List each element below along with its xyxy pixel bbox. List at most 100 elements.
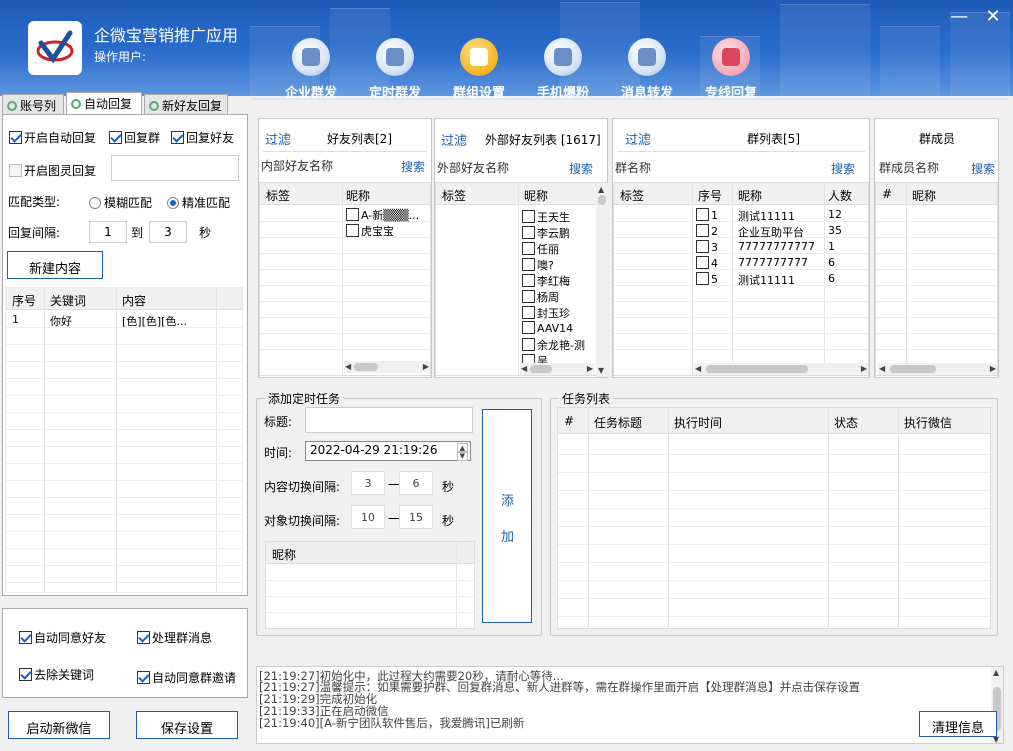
minimize-icon[interactable]: —: [948, 6, 970, 27]
col-status: 状态: [834, 416, 859, 430]
external-friend-panel: 过滤 外部好友列表 [1617] 外部好友名称 搜索 标签 昵称 ▲ ▼ 王天生 …: [434, 118, 608, 378]
checkbox-icon: [9, 164, 22, 177]
task-title-input[interactable]: [305, 407, 473, 433]
list-item[interactable]: 封玉珍: [522, 305, 570, 321]
list-item[interactable]: 虎宝宝: [346, 223, 394, 239]
external-filter-link[interactable]: 过滤: [441, 130, 467, 149]
toolbar-mass-send-button[interactable]: 企业群发: [273, 38, 349, 101]
group-list-title: 群列表[5]: [747, 132, 800, 146]
unit-label: 秒: [442, 514, 455, 528]
auto-accept-friend-checkbox[interactable]: 自动同意好友: [19, 629, 106, 646]
tab-account-list[interactable]: 账号列: [2, 94, 64, 114]
log-line: [21:19:40][A-新宁团队软件售后，我爱腾讯]已刷新: [259, 716, 525, 730]
list-item[interactable]: A-新▒▒▒...: [346, 207, 419, 223]
external-search-button[interactable]: 搜索: [569, 160, 593, 177]
group-table: 标签 序号 昵称 人数 1 测试11111 12 2 企业互助平台 35 3 7…: [613, 182, 869, 376]
group-count: 12: [828, 208, 842, 221]
tab-auto-reply[interactable]: 自动回复: [66, 92, 142, 114]
table-row[interactable]: 4: [696, 256, 718, 270]
member-search-button[interactable]: 搜索: [971, 160, 995, 177]
checkbox-icon: [137, 631, 150, 644]
col-nickname: 昵称: [912, 189, 937, 203]
group-name[interactable]: 77777777777: [738, 240, 815, 253]
toolbar-phone-fans-button[interactable]: 手机爆粉: [525, 38, 601, 101]
enable-image-reply-checkbox[interactable]: 开启图灵回复: [9, 162, 96, 179]
interval-to-input[interactable]: 3: [149, 221, 187, 243]
task-list-title: 任务列表: [559, 390, 614, 407]
list-item[interactable]: 任丽: [522, 241, 559, 257]
toolbar-forward-button[interactable]: 消息转发: [609, 38, 685, 101]
group-name[interactable]: 企业互助平台: [738, 224, 804, 240]
list-item[interactable]: 王天生: [522, 209, 570, 225]
external-vscrollbar[interactable]: ▲ ▼: [596, 183, 608, 377]
table-row-content[interactable]: [色][色][色...: [122, 313, 187, 329]
group-hscrollbar[interactable]: ◀ ▶: [694, 363, 868, 375]
start-wechat-button[interactable]: 启动新微信: [8, 711, 110, 739]
spinner-down-icon[interactable]: ▼: [456, 451, 468, 461]
list-item[interactable]: 李红梅: [522, 273, 570, 289]
list-item[interactable]: 余龙艳-测: [522, 337, 585, 353]
object-interval-from-input[interactable]: 10: [351, 505, 385, 529]
interval-from-input[interactable]: 1: [89, 221, 127, 243]
group-name[interactable]: 测试11111: [738, 272, 795, 288]
friend-table: 标签 昵称 A-新▒▒▒... 虎宝宝 ◀ ▶: [259, 182, 431, 376]
external-table: 标签 昵称 ▲ ▼ 王天生 李云鹏 任丽 噢? 李红梅 杨周 封玉珍 AAV14 …: [435, 182, 608, 377]
col-content: 内容: [122, 294, 147, 308]
group-count: 35: [828, 224, 842, 237]
share-network-icon: [292, 38, 330, 76]
group-search-button[interactable]: 搜索: [831, 160, 855, 177]
new-content-button[interactable]: 新建内容: [7, 251, 103, 279]
reply-group-checkbox[interactable]: 回复群: [109, 129, 160, 146]
close-icon[interactable]: ✕: [982, 6, 1004, 27]
col-index: 序号: [12, 294, 37, 308]
list-item[interactable]: AAV14: [522, 321, 573, 335]
log-panel: [21:19:27]初始化中，此过程大约需要20秒，请耐心等待... [21:1…: [256, 666, 1004, 744]
image-reply-key-input[interactable]: [111, 155, 239, 181]
external-hscrollbar[interactable]: ◀ ▶: [520, 363, 594, 375]
task-time-picker[interactable]: 2022-04-29 21:19:26 ▲ ▼: [305, 441, 471, 461]
group-name[interactable]: 测试11111: [738, 208, 795, 224]
friend-search-button[interactable]: 搜索: [401, 158, 425, 175]
timed-task-group: 添加定时任务 标题: 时间: 2022-04-29 21:19:26 ▲ ▼ 内容切…: [256, 390, 542, 636]
list-item[interactable]: 杨周: [522, 289, 559, 305]
friend-filter-link[interactable]: 过滤: [265, 129, 291, 148]
list-item[interactable]: 李云鹏: [522, 225, 570, 241]
task-title-label: 标题:: [264, 415, 293, 429]
remove-keyword-checkbox[interactable]: 去除关键词: [19, 666, 94, 683]
clear-info-button[interactable]: 清理信息: [919, 711, 997, 737]
table-row-keyword[interactable]: 你好: [50, 313, 72, 329]
group-name[interactable]: 7777777777: [738, 256, 808, 269]
list-item[interactable]: 噢?: [522, 257, 554, 273]
reply-friend-checkbox[interactable]: 回复好友: [171, 129, 234, 146]
auto-accept-invite-checkbox[interactable]: 自动同意群邀请: [137, 669, 236, 686]
timed-task-title: 添加定时任务: [265, 390, 344, 407]
table-row[interactable]: 1: [696, 208, 718, 222]
content-interval-to-input[interactable]: 6: [399, 471, 433, 495]
external-search-label: 外部好友名称: [437, 161, 510, 175]
tab-new-friend-reply[interactable]: 新好友回复: [144, 94, 228, 114]
col-task-title: 任务标题: [594, 416, 643, 430]
add-task-button[interactable]: 添 加: [482, 409, 532, 623]
group-filter-link[interactable]: 过滤: [625, 129, 651, 148]
table-row[interactable]: 2: [696, 224, 718, 238]
group-search-label: 群名称: [615, 161, 652, 175]
toolbar-group-settings-button[interactable]: 群组设置: [441, 38, 517, 101]
table-row[interactable]: 3: [696, 240, 718, 254]
member-hscrollbar[interactable]: ◀ ▶: [878, 363, 997, 375]
interval-unit-label: 秒: [199, 226, 212, 240]
object-interval-to-input[interactable]: 15: [399, 505, 433, 529]
content-interval-from-input[interactable]: 3: [351, 471, 385, 495]
handle-group-msg-checkbox[interactable]: 处理群消息: [137, 629, 212, 646]
exact-match-radio[interactable]: 精准匹配: [167, 194, 230, 211]
col-exec-time: 执行时间: [674, 416, 723, 430]
gear-icon: [71, 99, 81, 109]
table-row-index[interactable]: 1: [12, 313, 19, 326]
friend-hscrollbar[interactable]: ◀ ▶: [344, 361, 430, 373]
toolbar-scheduled-send-button[interactable]: 定时群发: [357, 38, 433, 101]
table-row[interactable]: 5: [696, 272, 718, 286]
toolbar-dedicated-reply-button[interactable]: 专线回复: [693, 38, 769, 101]
keyword-table: 序号 关键词 内容 1 你好 [色][色][色...: [5, 287, 243, 593]
save-settings-button[interactable]: 保存设置: [136, 711, 238, 739]
fuzzy-match-radio[interactable]: 模糊匹配: [89, 194, 152, 211]
enable-auto-reply-checkbox[interactable]: 开启自动回复: [9, 129, 96, 146]
